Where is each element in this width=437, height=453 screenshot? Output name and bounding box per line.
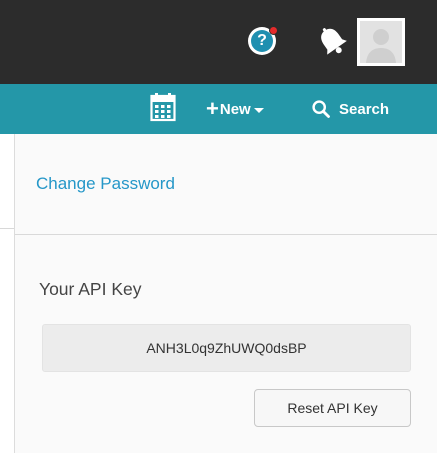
new-dropdown-button[interactable]: + New bbox=[206, 94, 264, 124]
reset-api-key-button[interactable]: Reset API Key bbox=[254, 389, 411, 427]
search-button[interactable]: Search bbox=[312, 94, 389, 124]
change-password-link[interactable]: Change Password bbox=[36, 174, 175, 194]
api-key-field[interactable]: ANH3L0q9ZhUWQ0dsBP bbox=[42, 324, 411, 372]
user-silhouette-icon bbox=[360, 21, 402, 63]
plus-icon: + bbox=[206, 96, 219, 121]
left-divider bbox=[0, 228, 14, 229]
search-label: Search bbox=[339, 100, 390, 118]
notifications-button[interactable] bbox=[316, 24, 350, 60]
page: ? + New Search Change Password Your API … bbox=[0, 0, 437, 453]
calendar-icon bbox=[150, 93, 176, 122]
top-header: ? bbox=[0, 0, 437, 84]
api-key-title: Your API Key bbox=[39, 279, 142, 299]
calendar-button[interactable] bbox=[150, 92, 176, 122]
new-label: New bbox=[219, 100, 251, 118]
caret-down-icon bbox=[253, 107, 264, 113]
notification-dot bbox=[269, 26, 278, 35]
search-icon bbox=[312, 100, 330, 118]
action-toolbar: + New Search bbox=[0, 84, 437, 134]
user-avatar-button[interactable] bbox=[357, 18, 405, 66]
bell-icon bbox=[321, 28, 347, 55]
help-button[interactable]: ? bbox=[248, 26, 278, 55]
account-panel: Change Password Your API Key ANH3L0q9ZhU… bbox=[14, 134, 437, 453]
section-divider bbox=[15, 234, 437, 235]
